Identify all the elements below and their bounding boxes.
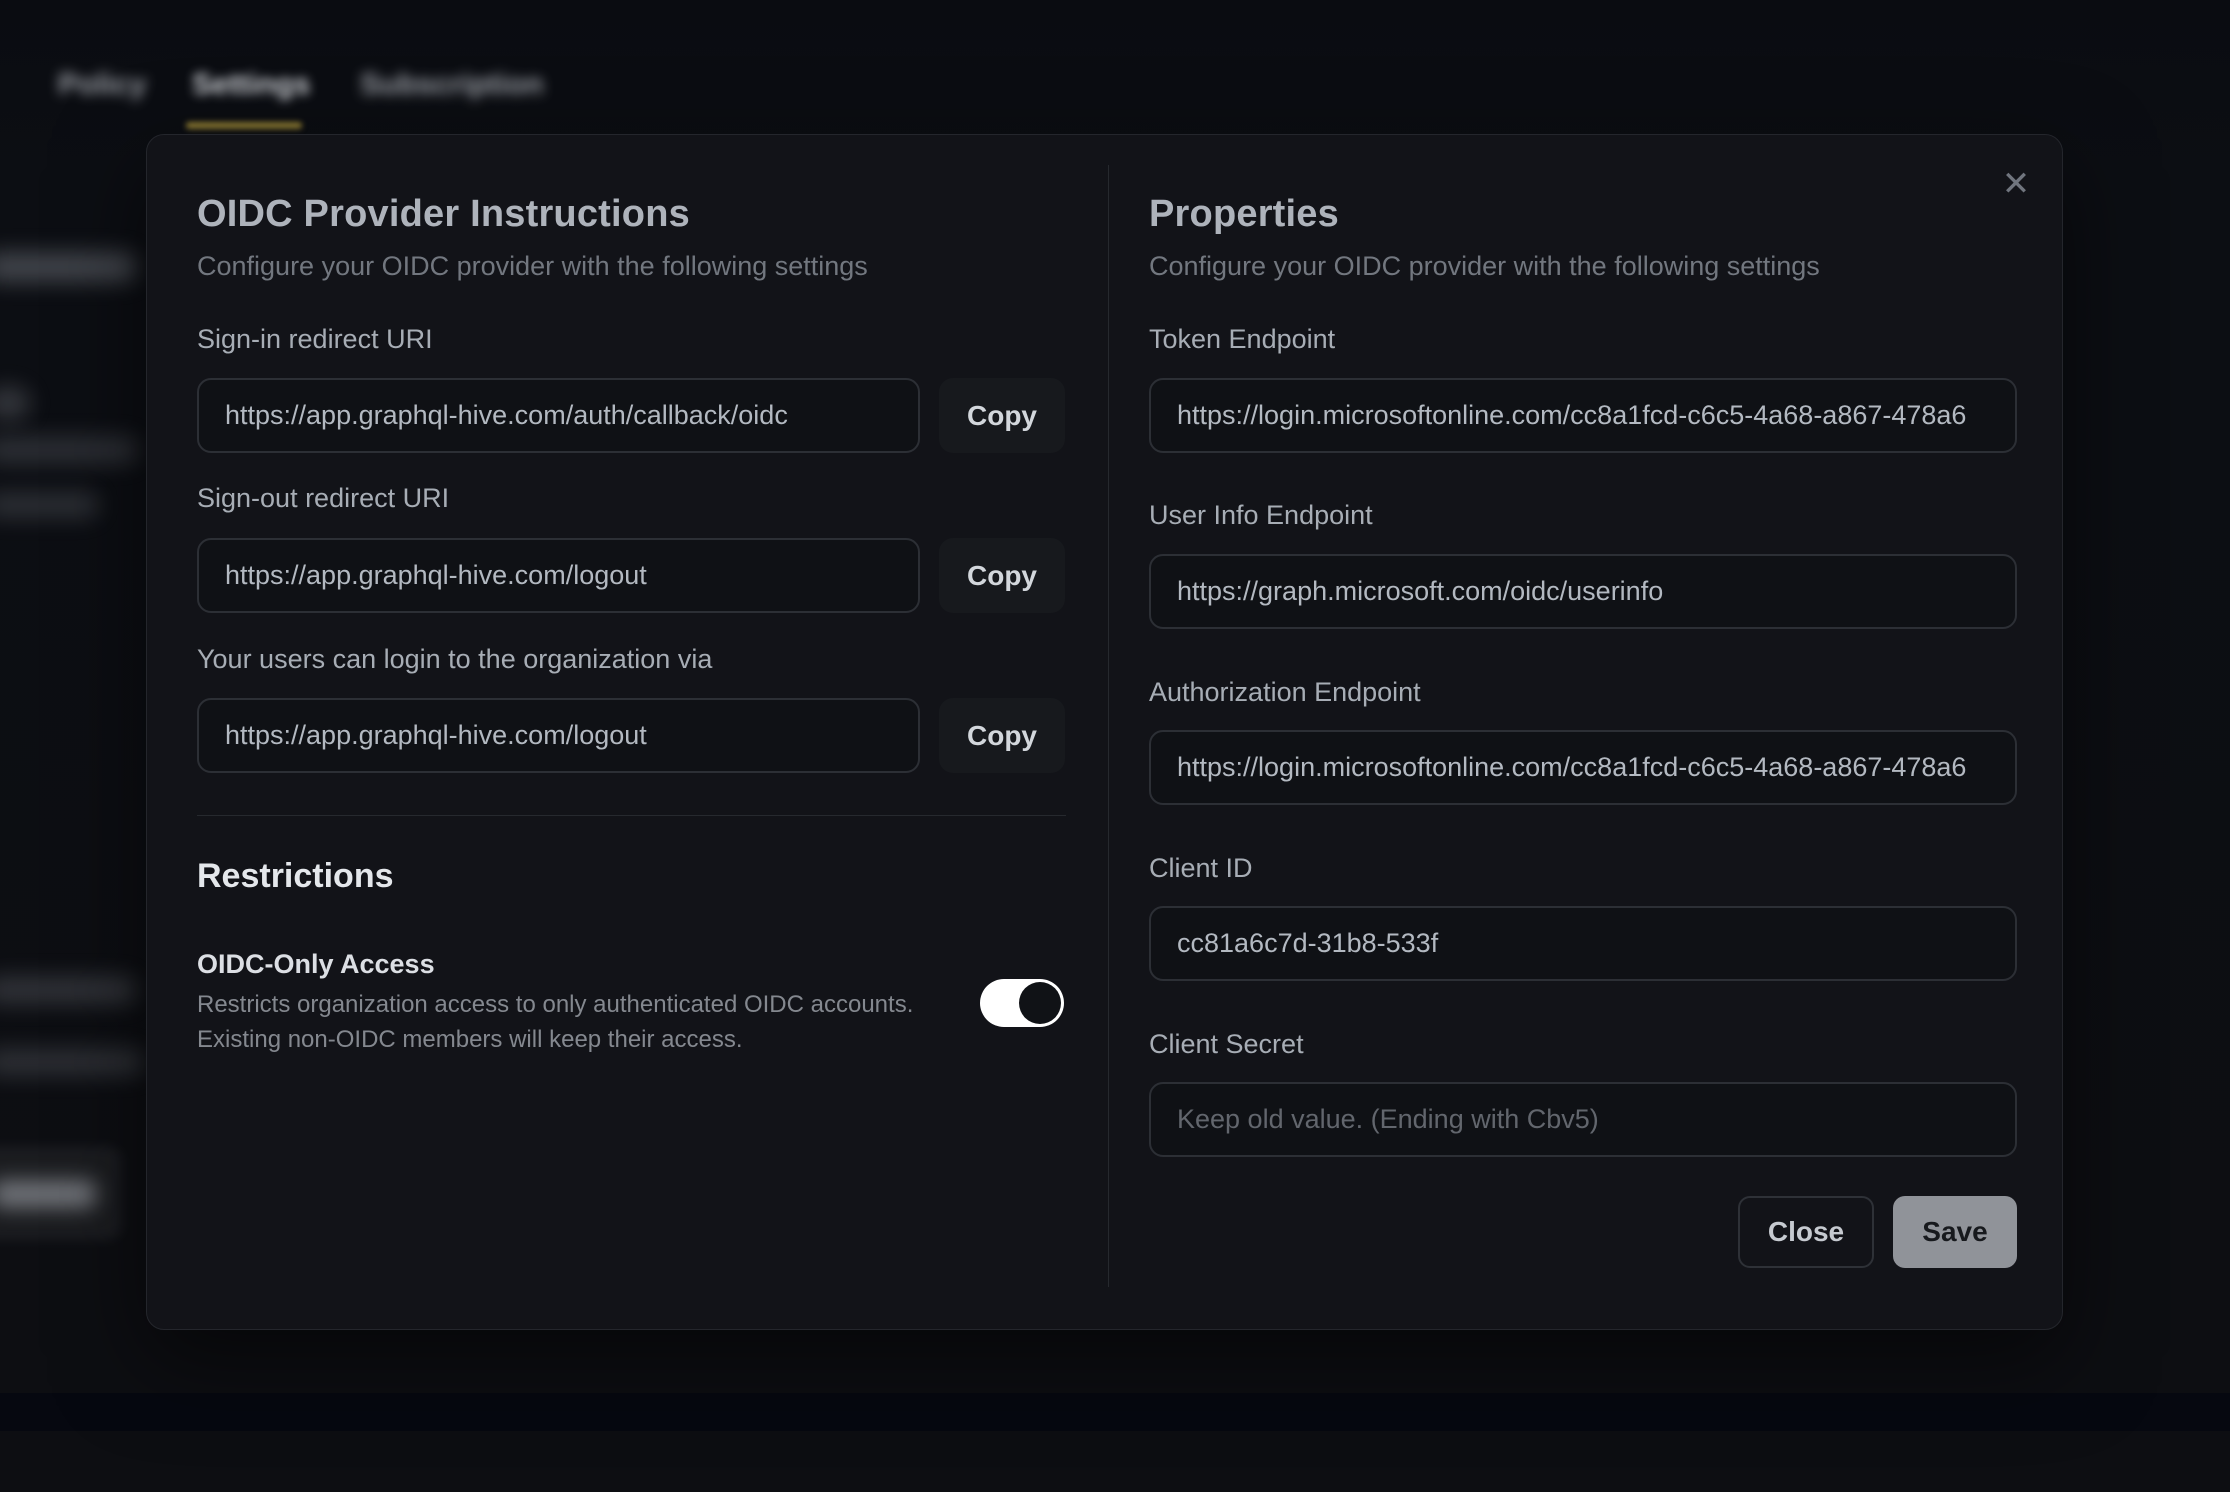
tab-settings[interactable]: Settings <box>192 68 310 102</box>
user-info-endpoint-input[interactable] <box>1149 554 2017 629</box>
tab-policy[interactable]: Policy <box>58 68 146 102</box>
toggle-knob-icon <box>1019 982 1061 1024</box>
organization-login-uri-label: Your users can login to the organization… <box>197 644 712 675</box>
sign-out-redirect-uri-label: Sign-out redirect URI <box>197 483 449 514</box>
oidc-only-toggle[interactable] <box>980 979 1064 1027</box>
blurred-background-bullet <box>0 386 30 420</box>
copy-sign-out-uri-button[interactable]: Copy <box>939 538 1065 613</box>
organization-login-uri-input[interactable] <box>197 698 920 773</box>
authorization-endpoint-input[interactable] <box>1149 730 2017 805</box>
sign-in-redirect-uri-label: Sign-in redirect URI <box>197 324 433 355</box>
close-icon[interactable]: ✕ <box>1993 161 2039 207</box>
client-secret-label: Client Secret <box>1149 1029 1304 1060</box>
copy-sign-in-uri-button[interactable]: Copy <box>939 378 1065 453</box>
tab-subscription[interactable]: Subscription <box>360 68 543 102</box>
restrictions-title: Restrictions <box>197 857 394 896</box>
client-id-label: Client ID <box>1149 853 1253 884</box>
blurred-background-text <box>0 252 136 282</box>
oidc-only-access-description: Restricts organization access to only au… <box>197 987 913 1057</box>
oidc-provider-modal: ✕ OIDC Provider Instructions Configure y… <box>146 134 2063 1330</box>
oidc-only-description-line2: Existing non-OIDC members will keep thei… <box>197 1022 913 1057</box>
token-endpoint-input[interactable] <box>1149 378 2017 453</box>
blurred-background-text <box>0 976 136 1004</box>
instructions-subtitle: Configure your OIDC provider with the fo… <box>197 251 868 282</box>
blurred-background-text <box>0 492 98 518</box>
instructions-title: OIDC Provider Instructions <box>197 193 690 236</box>
token-endpoint-label: Token Endpoint <box>1149 324 1335 355</box>
sign-in-redirect-uri-input[interactable] <box>197 378 920 453</box>
active-tab-underline <box>186 122 302 129</box>
sign-out-redirect-uri-input[interactable] <box>197 538 920 613</box>
blurred-background-button-label <box>0 1180 96 1208</box>
properties-subtitle: Configure your OIDC provider with the fo… <box>1149 251 1820 282</box>
background-band <box>0 1393 2230 1431</box>
blurred-background-text <box>0 436 138 464</box>
client-secret-input[interactable] <box>1149 1082 2017 1157</box>
restrictions-divider <box>197 815 1066 816</box>
column-divider <box>1108 165 1109 1287</box>
client-id-input[interactable] <box>1149 906 2017 981</box>
blurred-background-text <box>0 1048 144 1076</box>
copy-organization-login-uri-button[interactable]: Copy <box>939 698 1065 773</box>
properties-title: Properties <box>1149 193 1339 236</box>
oidc-only-description-line1: Restricts organization access to only au… <box>197 987 913 1022</box>
close-button[interactable]: Close <box>1738 1196 1874 1268</box>
page: Policy Settings Subscription ✕ OIDC Prov… <box>0 0 2230 1492</box>
user-info-endpoint-label: User Info Endpoint <box>1149 500 1373 531</box>
save-button[interactable]: Save <box>1893 1196 2017 1268</box>
oidc-only-access-label: OIDC-Only Access <box>197 949 435 980</box>
authorization-endpoint-label: Authorization Endpoint <box>1149 677 1421 708</box>
